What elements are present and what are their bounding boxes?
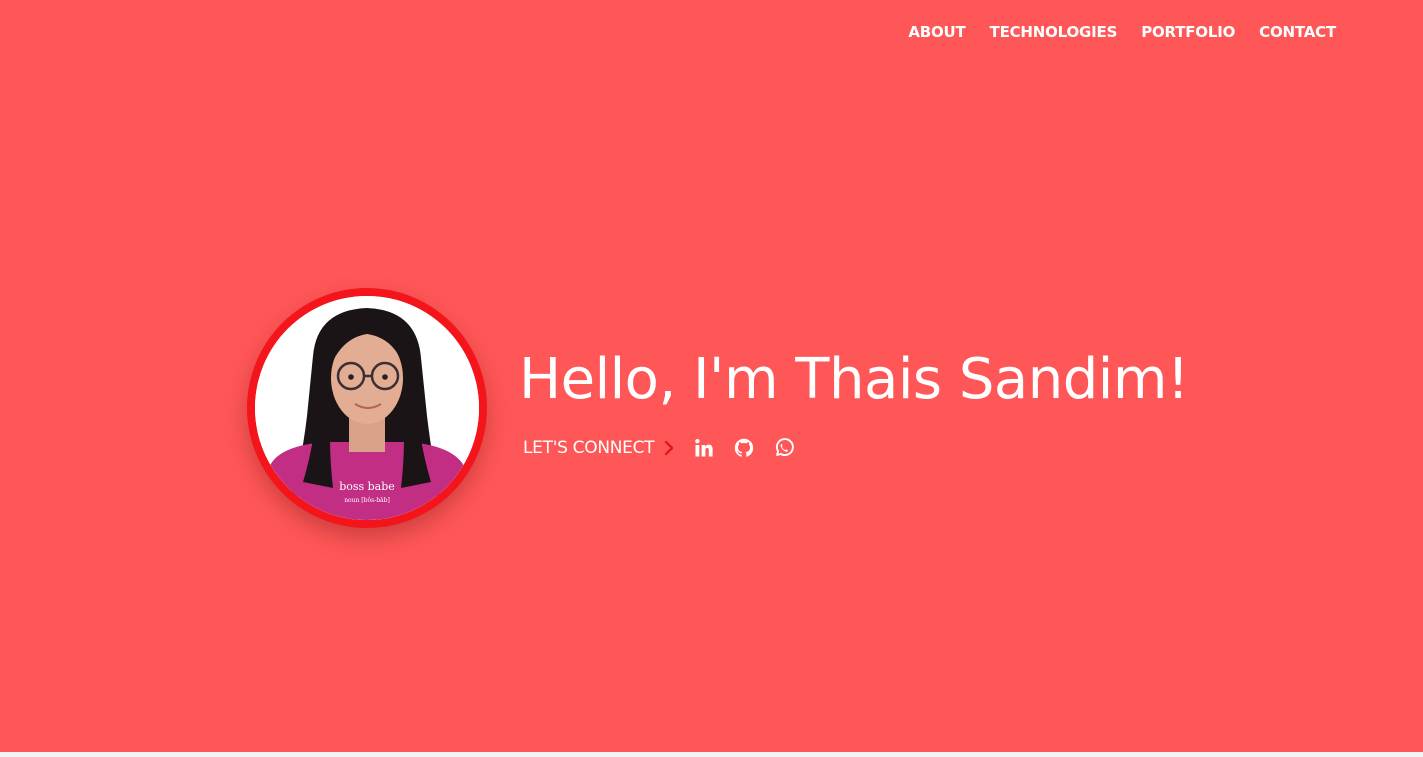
page-title: Hello, I'm Thais Sandim!	[519, 347, 1189, 412]
page-bottom-edge	[0, 752, 1423, 757]
lets-connect-label: LET'S CONNECT	[523, 438, 655, 458]
nav-item-portfolio[interactable]: PORTFOLIO	[1141, 22, 1235, 42]
nav-item-technologies[interactable]: TECHNOLOGIES	[990, 22, 1118, 42]
nav-item-contact[interactable]: CONTACT	[1259, 22, 1336, 42]
shirt-print: boss babe	[339, 480, 395, 493]
lets-connect-link[interactable]: LET'S CONNECT	[523, 438, 674, 458]
profile-photo: boss babe noun [bôs-bāb]	[255, 296, 479, 520]
shirt-print-subtext: noun [bôs-bāb]	[344, 497, 390, 504]
whatsapp-icon[interactable]	[773, 437, 795, 459]
nav-item-about[interactable]: ABOUT	[908, 22, 965, 42]
linkedin-icon[interactable]	[693, 437, 715, 459]
github-icon[interactable]	[733, 437, 755, 459]
main-nav: ABOUT TECHNOLOGIES PORTFOLIO CONTACT	[908, 22, 1336, 42]
profile-avatar-ring: boss babe noun [bôs-bāb]	[247, 288, 487, 528]
hero-section: ABOUT TECHNOLOGIES PORTFOLIO CONTACT bos…	[0, 0, 1423, 752]
connect-row: LET'S CONNECT	[523, 434, 795, 462]
chevron-right-icon	[664, 440, 674, 456]
